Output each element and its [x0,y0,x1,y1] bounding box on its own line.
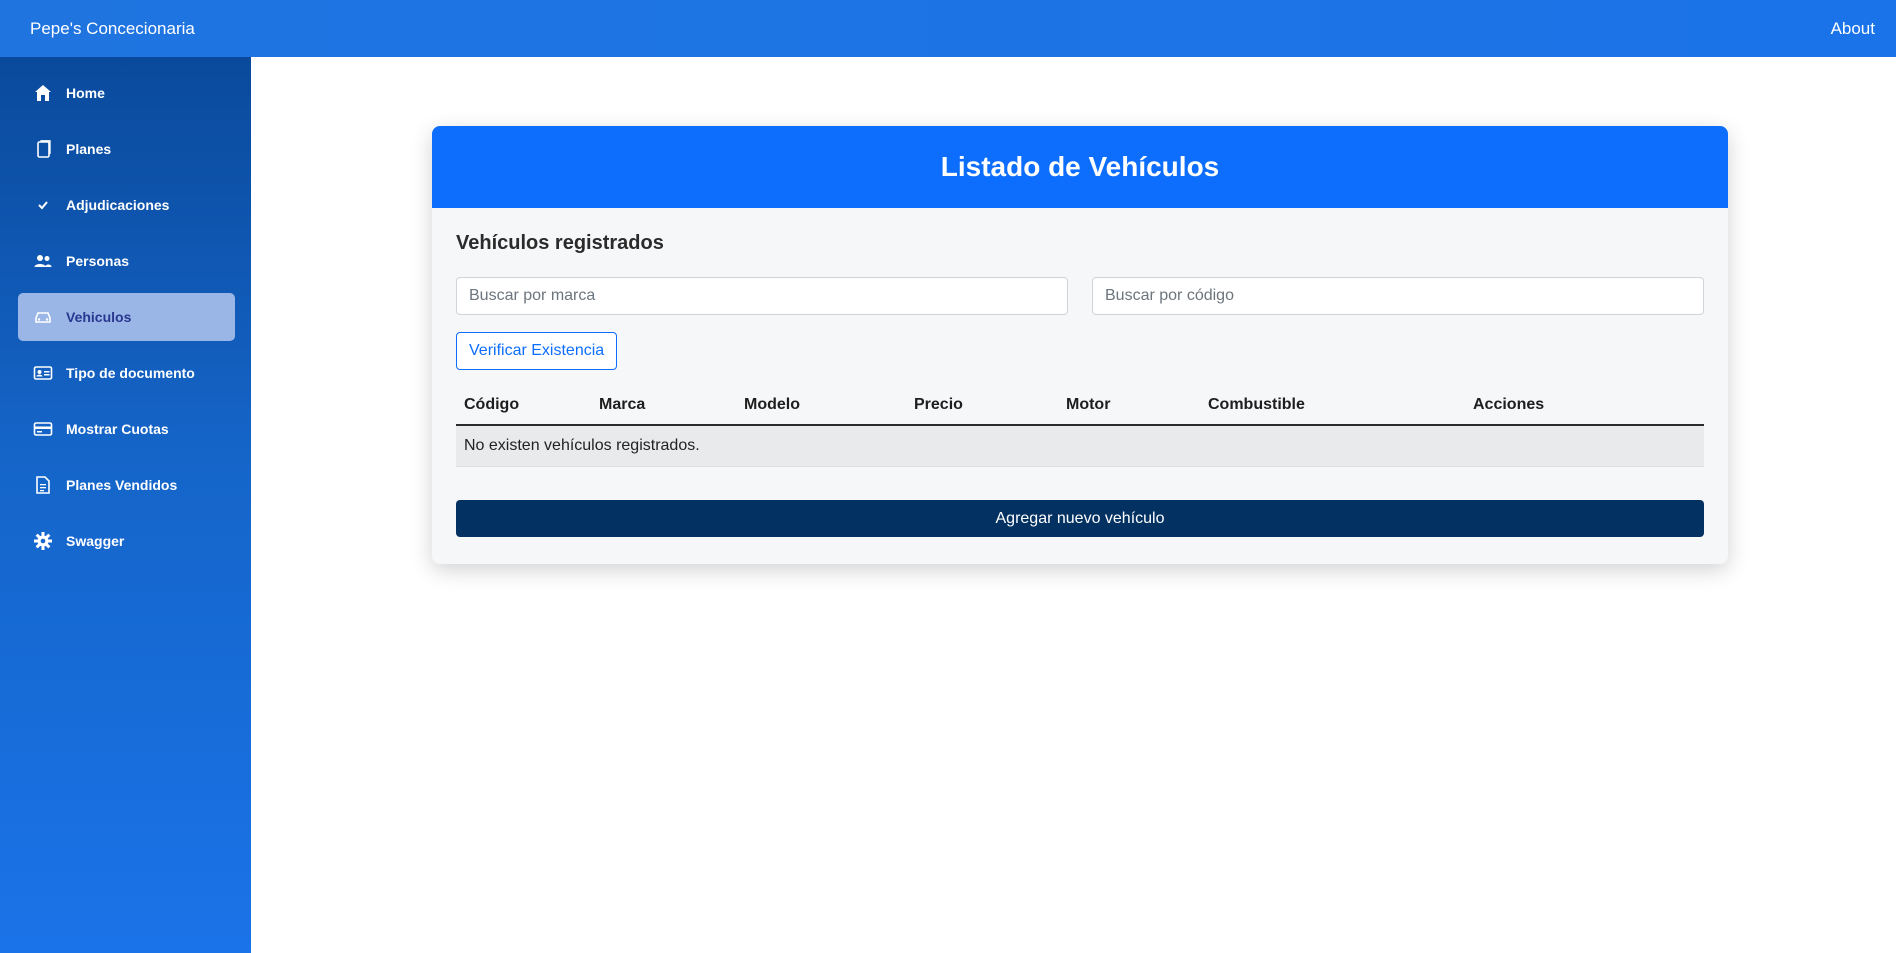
car-icon [32,306,54,328]
vehicles-table: Código Marca Modelo Precio Motor Combust… [456,386,1704,467]
column-header-codigo: Código [456,386,591,426]
column-header-acciones: Acciones [1465,386,1704,426]
sidebar-item-label: Tipo de documento [66,365,195,381]
sidebar-item-label: Adjudicaciones [66,197,170,213]
sidebar-item-tipo-de-documento[interactable]: Tipo de documento [18,349,235,397]
credit-card-icon [32,418,54,440]
empty-table-message: No existen vehículos registrados. [456,425,1704,467]
home-icon [32,82,54,104]
sidebar-item-label: Mostrar Cuotas [66,421,169,437]
vehicles-card: Listado de Vehículos Vehículos registrad… [432,126,1728,564]
sidebar-item-mostrar-cuotas[interactable]: Mostrar Cuotas [18,405,235,453]
page-title: Listado de Vehículos [940,151,1220,182]
sidebar-item-label: Planes [66,141,112,157]
sidebar-item-swagger[interactable]: Swagger [18,517,235,565]
column-header-modelo: Modelo [736,386,906,426]
top-navbar: Pepe's Concecionaria About [0,0,1896,57]
sidebar-item-label: Swagger [66,533,125,549]
check-icon [32,194,54,216]
sidebar-item-label: Personas [66,253,130,269]
sidebar-item-adjudicaciones[interactable]: Adjudicaciones [18,181,235,229]
about-link[interactable]: About [1831,19,1875,39]
search-brand-input[interactable] [456,277,1068,315]
sidebar-item-home[interactable]: Home [18,69,235,117]
table-row: No existen vehículos registrados. [456,425,1704,467]
document-icon [32,138,54,160]
sidebar-item-label: Planes Vendidos [66,477,178,493]
search-code-input[interactable] [1092,277,1704,315]
card-header: Listado de Vehículos [432,126,1728,208]
sidebar: Home Planes Adjudicaciones Personas Vehi… [0,57,251,953]
sidebar-item-planes[interactable]: Planes [18,125,235,173]
main-content: Listado de Vehículos Vehículos registrad… [251,57,1896,953]
sidebar-item-planes-vendidos[interactable]: Planes Vendidos [18,461,235,509]
sidebar-item-personas[interactable]: Personas [18,237,235,285]
table-header-row: Código Marca Modelo Precio Motor Combust… [456,386,1704,426]
column-header-motor: Motor [1058,386,1200,426]
id-card-icon [32,362,54,384]
add-vehicle-button[interactable]: Agregar nuevo vehículo [456,500,1704,537]
column-header-precio: Precio [906,386,1058,426]
search-row [456,277,1704,315]
section-title: Vehículos registrados [456,232,664,254]
card-body: Vehículos registrados Verificar Existenc… [432,208,1728,537]
gear-icon [32,530,54,552]
brand-title[interactable]: Pepe's Concecionaria [30,19,195,39]
people-icon [32,250,54,272]
column-header-marca: Marca [591,386,736,426]
file-text-icon [32,474,54,496]
sidebar-item-vehiculos[interactable]: Vehiculos [18,293,235,341]
sidebar-item-label: Vehiculos [66,309,132,325]
sidebar-item-label: Home [66,85,105,101]
verify-existence-button[interactable]: Verificar Existencia [456,332,618,370]
column-header-combustible: Combustible [1200,386,1465,426]
